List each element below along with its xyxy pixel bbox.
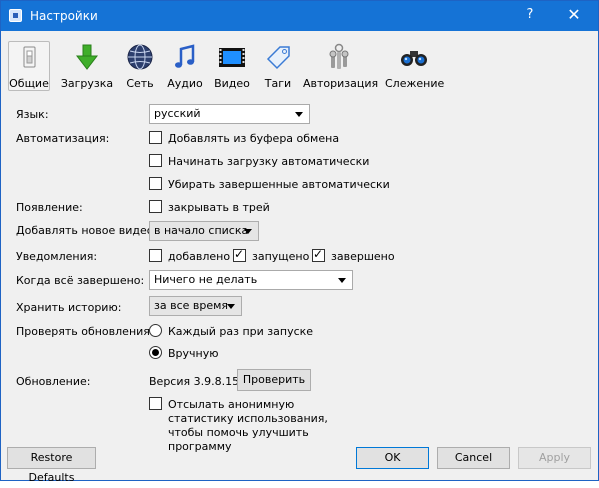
binoculars-icon [401, 51, 427, 66]
history-label: Хранить историю: [16, 301, 122, 314]
window-title: Настройки [30, 9, 98, 23]
autoremove-checkbox[interactable] [149, 177, 162, 190]
chevron-down-icon [338, 278, 346, 283]
update-each-start-radio[interactable] [149, 324, 162, 337]
tab-download[interactable]: Загрузка [59, 41, 115, 91]
version-text: Версия 3.9.8.15 [149, 375, 240, 388]
tab-network[interactable]: Сеть [121, 41, 159, 91]
notifications-label: Уведомления: [16, 250, 98, 263]
tab-monitoring[interactable]: Слежение [385, 41, 444, 91]
help-button[interactable]: ? [521, 7, 539, 22]
clipboard-label: Добавлять из буфера обмена [168, 132, 340, 145]
language-select[interactable]: русский [149, 104, 310, 124]
music-note-icon [175, 44, 195, 68]
cancel-button[interactable]: Cancel [437, 447, 510, 469]
when-done-value: Ничего не делать [154, 273, 258, 286]
globe-icon [127, 44, 153, 70]
restore-defaults-button[interactable]: Restore Defaults [7, 447, 96, 484]
tray-checkbox[interactable] [149, 200, 162, 213]
notify-started-label: запущено [252, 250, 310, 263]
tab-audio[interactable]: Аудио [165, 41, 205, 91]
tab-authorization[interactable]: Авторизация [303, 41, 378, 91]
tab-general[interactable]: Общие [8, 41, 50, 91]
add-video-label: Добавлять новое видео: [16, 224, 158, 237]
statistics-label: Отсылать анонимную статистику использова… [168, 398, 328, 453]
chevron-down-icon [295, 112, 303, 117]
settings-toolbar: Общие Загрузка Сеть Аудио Видео Таги Авт… [1, 31, 598, 93]
settings-window: Настройки ? ✕ Общие Загрузка Сеть Аудио … [0, 0, 599, 484]
update-manual-radio[interactable] [149, 346, 162, 359]
automation-label: Автоматизация: [16, 132, 110, 145]
add-video-select[interactable]: в начало списка [149, 221, 259, 241]
notify-added-checkbox[interactable] [149, 249, 162, 262]
statistics-checkbox[interactable] [149, 397, 162, 410]
when-done-select[interactable]: Ничего не делать [149, 270, 353, 290]
autostart-checkbox[interactable] [149, 154, 162, 167]
notify-finished-checkbox[interactable] [312, 247, 325, 262]
language-label: Язык: [16, 108, 49, 121]
title-bar: Настройки ? ✕ [1, 1, 598, 31]
chevron-down-icon [244, 229, 252, 234]
appearance-label: Появление: [16, 201, 83, 214]
keys-icon [329, 43, 349, 69]
switch-icon [23, 46, 36, 68]
ok-button[interactable]: OK [356, 447, 429, 469]
autoremove-label: Убирать завершенные автоматически [168, 178, 390, 191]
history-select[interactable]: за все время [149, 296, 242, 316]
update-label: Обновление: [16, 375, 91, 388]
language-value: русский [154, 107, 201, 120]
download-arrow-icon [75, 44, 99, 70]
clipboard-checkbox[interactable] [149, 131, 162, 144]
autostart-label: Начинать загрузку автоматически [168, 155, 370, 168]
notify-started-checkbox[interactable] [233, 247, 246, 262]
close-button[interactable]: ✕ [561, 5, 587, 24]
notify-finished-label: завершено [331, 250, 395, 263]
apply-button[interactable]: Apply [518, 447, 591, 469]
add-video-value: в начало списка [154, 224, 249, 237]
tab-tags[interactable]: Таги [259, 41, 297, 91]
notify-added-label: добавлено [168, 250, 231, 263]
tab-video[interactable]: Видео [211, 41, 253, 91]
check-update-button[interactable]: Проверить [237, 369, 311, 391]
tag-icon [266, 46, 290, 70]
app-icon [9, 9, 22, 22]
history-value: за все время [154, 299, 229, 312]
chevron-down-icon [227, 304, 235, 309]
film-icon [219, 48, 245, 67]
tray-label: закрывать в трей [168, 201, 270, 214]
updates-label: Проверять обновления: [16, 325, 154, 338]
update-manual-label: Вручную [168, 347, 219, 360]
when-done-label: Когда всё завершено: [16, 274, 145, 287]
update-each-start-label: Каждый раз при запуске [168, 325, 314, 338]
